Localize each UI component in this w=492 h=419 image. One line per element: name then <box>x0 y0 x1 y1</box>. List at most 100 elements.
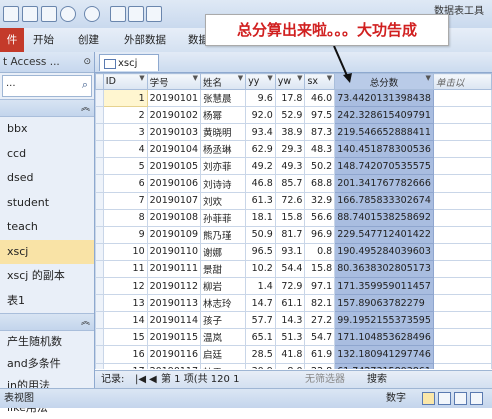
collapse-icon[interactable]: ︽ <box>81 100 90 116</box>
nav-item-xscj-copy[interactable]: xscj 的副本 <box>0 264 94 289</box>
filter-status[interactable]: 无筛选器 <box>305 371 345 389</box>
table-cell[interactable]: 韩雪 <box>199 362 247 369</box>
table-cell[interactable]: 刘亦菲 <box>199 157 247 176</box>
table-cell[interactable]: 14.3 <box>274 311 306 330</box>
row-selector-header[interactable] <box>95 73 104 90</box>
row-selector[interactable] <box>95 191 104 210</box>
nav-group-tables[interactable]: ︽ <box>0 99 94 117</box>
table-cell[interactable]: 20190117 <box>146 362 202 369</box>
table-cell[interactable]: 15 <box>102 328 148 347</box>
table-row[interactable]: 7 20190107 刘欢 61.3 72.6 32.9 166.785833302674 <box>95 191 492 210</box>
undo-icon[interactable] <box>60 6 76 22</box>
table-cell[interactable]: 谢娜 <box>199 242 247 261</box>
table-cell[interactable]: 50.9 <box>245 225 276 244</box>
table-cell[interactable]: 97.5 <box>304 106 336 125</box>
table-cell[interactable] <box>432 362 492 369</box>
table-row[interactable]: 15 20190115 温岚 65.1 51.3 54.7 171.104853628496 <box>95 328 492 347</box>
table-cell[interactable]: 61.3 <box>245 191 276 210</box>
table-cell[interactable]: 93.1 <box>274 242 306 261</box>
row-selector[interactable] <box>95 225 104 244</box>
table-cell[interactable]: 61.7427315803861 <box>334 362 434 369</box>
table-cell[interactable]: 15.8 <box>274 208 306 227</box>
table-cell[interactable]: 16 <box>102 345 148 364</box>
table-row[interactable]: 3 20190103 黄晓明 93.4 38.9 87.3 219.546652888411 <box>95 123 492 142</box>
table-cell[interactable] <box>432 191 492 210</box>
table-cell[interactable]: 熊乃瑾 <box>199 225 247 244</box>
table-cell[interactable]: 15.8 <box>304 259 336 279</box>
table-cell[interactable]: 201.341767782666 <box>334 174 434 193</box>
table-cell[interactable]: 20190108 <box>146 208 202 227</box>
row-selector[interactable] <box>95 140 104 159</box>
table-cell[interactable]: 20190110 <box>146 242 202 261</box>
table-cell[interactable] <box>432 294 492 313</box>
table-cell[interactable]: 0.8 <box>304 242 336 261</box>
table-row[interactable]: 6 20190106 刘诗诗 46.8 85.7 68.8 201.341767782666 <box>95 174 492 193</box>
table-cell[interactable]: 49.3 <box>274 157 306 176</box>
nav-item-student[interactable]: student <box>0 191 94 216</box>
table-cell[interactable]: 17 <box>102 362 148 369</box>
nav-item-dsed[interactable]: dsed <box>0 166 94 191</box>
table-cell[interactable]: 132.180941297746 <box>334 345 434 364</box>
table-cell[interactable]: 孙菲菲 <box>199 208 247 227</box>
table-cell[interactable]: 20190113 <box>146 294 202 313</box>
row-selector[interactable] <box>95 294 104 313</box>
table-cell[interactable]: 190.495284039603 <box>334 242 434 261</box>
row-selector[interactable] <box>95 362 104 369</box>
table-cell[interactable]: 85.7 <box>274 174 306 193</box>
table-cell[interactable]: 20190106 <box>146 174 202 193</box>
table-cell[interactable]: 9 <box>102 225 148 244</box>
nav-item-teach[interactable]: teach <box>0 215 94 240</box>
table-cell[interactable]: 92.0 <box>245 106 276 125</box>
table-row[interactable]: 10 20190110 谢娜 96.5 93.1 0.8 190.495284039603 <box>95 242 492 261</box>
table-cell[interactable]: 148.742070535575 <box>334 157 434 176</box>
design-view-icon[interactable] <box>470 392 483 405</box>
table-cell[interactable]: 57.7 <box>245 311 276 330</box>
redo-icon[interactable] <box>84 6 100 22</box>
table-cell[interactable]: 18.1 <box>245 208 276 227</box>
add-field-header[interactable]: 单击以 <box>432 73 492 90</box>
table-cell[interactable]: 82.1 <box>304 294 336 313</box>
row-selector[interactable] <box>95 328 104 347</box>
table-cell[interactable]: 景甜 <box>199 259 247 279</box>
table-cell[interactable]: 10 <box>102 242 148 261</box>
table-cell[interactable]: 27.2 <box>304 311 336 330</box>
table-cell[interactable]: 10.2 <box>245 259 276 279</box>
table-cell[interactable]: 48.3 <box>304 140 336 159</box>
table-cell[interactable]: 52.9 <box>274 106 306 125</box>
table-cell[interactable]: 38.9 <box>274 123 306 142</box>
chart-view-icon[interactable] <box>454 392 467 405</box>
table-cell[interactable]: 96.9 <box>304 225 336 244</box>
nav-query-random[interactable]: 产生随机数 <box>0 331 94 353</box>
table-row[interactable]: 1720190117韩雪30.98.022.861.7427315803861 <box>95 362 492 369</box>
table-cell[interactable] <box>432 328 492 347</box>
table-row[interactable]: 9 20190109 熊乃瑾 50.9 81.7 96.9 229.547712401422 <box>95 225 492 244</box>
table-cell[interactable]: 72.6 <box>274 191 306 210</box>
table-cell[interactable]: 20190111 <box>146 259 202 279</box>
table-cell[interactable]: 229.547712401422 <box>334 225 434 244</box>
table-cell[interactable]: 51.3 <box>274 328 306 347</box>
row-selector[interactable] <box>95 88 104 108</box>
table-cell[interactable]: 50.2 <box>304 157 336 176</box>
table-cell[interactable]: 杨幂 <box>199 106 247 125</box>
table-cell[interactable] <box>432 140 492 159</box>
table-cell[interactable]: 171.104853628496 <box>334 328 434 347</box>
tab-create[interactable]: 创建 <box>78 32 99 47</box>
table-cell[interactable]: 林志玲 <box>199 294 247 313</box>
table-cell[interactable]: 5 <box>102 157 148 176</box>
table-cell[interactable]: 1 <box>102 88 148 108</box>
table-cell[interactable]: 8 <box>102 208 148 227</box>
row-selector[interactable] <box>95 242 104 261</box>
table-cell[interactable] <box>432 242 492 261</box>
column-header[interactable]: yy ▼ <box>245 73 276 90</box>
table-row[interactable]: 16 20190116 启廷 28.5 41.8 61.9 132.180941297746 <box>95 345 492 364</box>
table-cell[interactable]: 杨丞琳 <box>199 140 247 159</box>
grid-icon[interactable] <box>110 6 126 22</box>
column-header[interactable]: 姓名 ▼ <box>199 73 247 90</box>
table-cell[interactable]: 20190107 <box>146 191 202 210</box>
table-cell[interactable]: 41.8 <box>274 345 306 364</box>
form-icon[interactable] <box>146 6 162 22</box>
table-cell[interactable]: 32.9 <box>304 191 336 210</box>
column-header[interactable]: yw ▼ <box>274 73 306 90</box>
table-cell[interactable]: 30.9 <box>245 362 276 369</box>
table-cell[interactable]: 11 <box>102 259 148 279</box>
